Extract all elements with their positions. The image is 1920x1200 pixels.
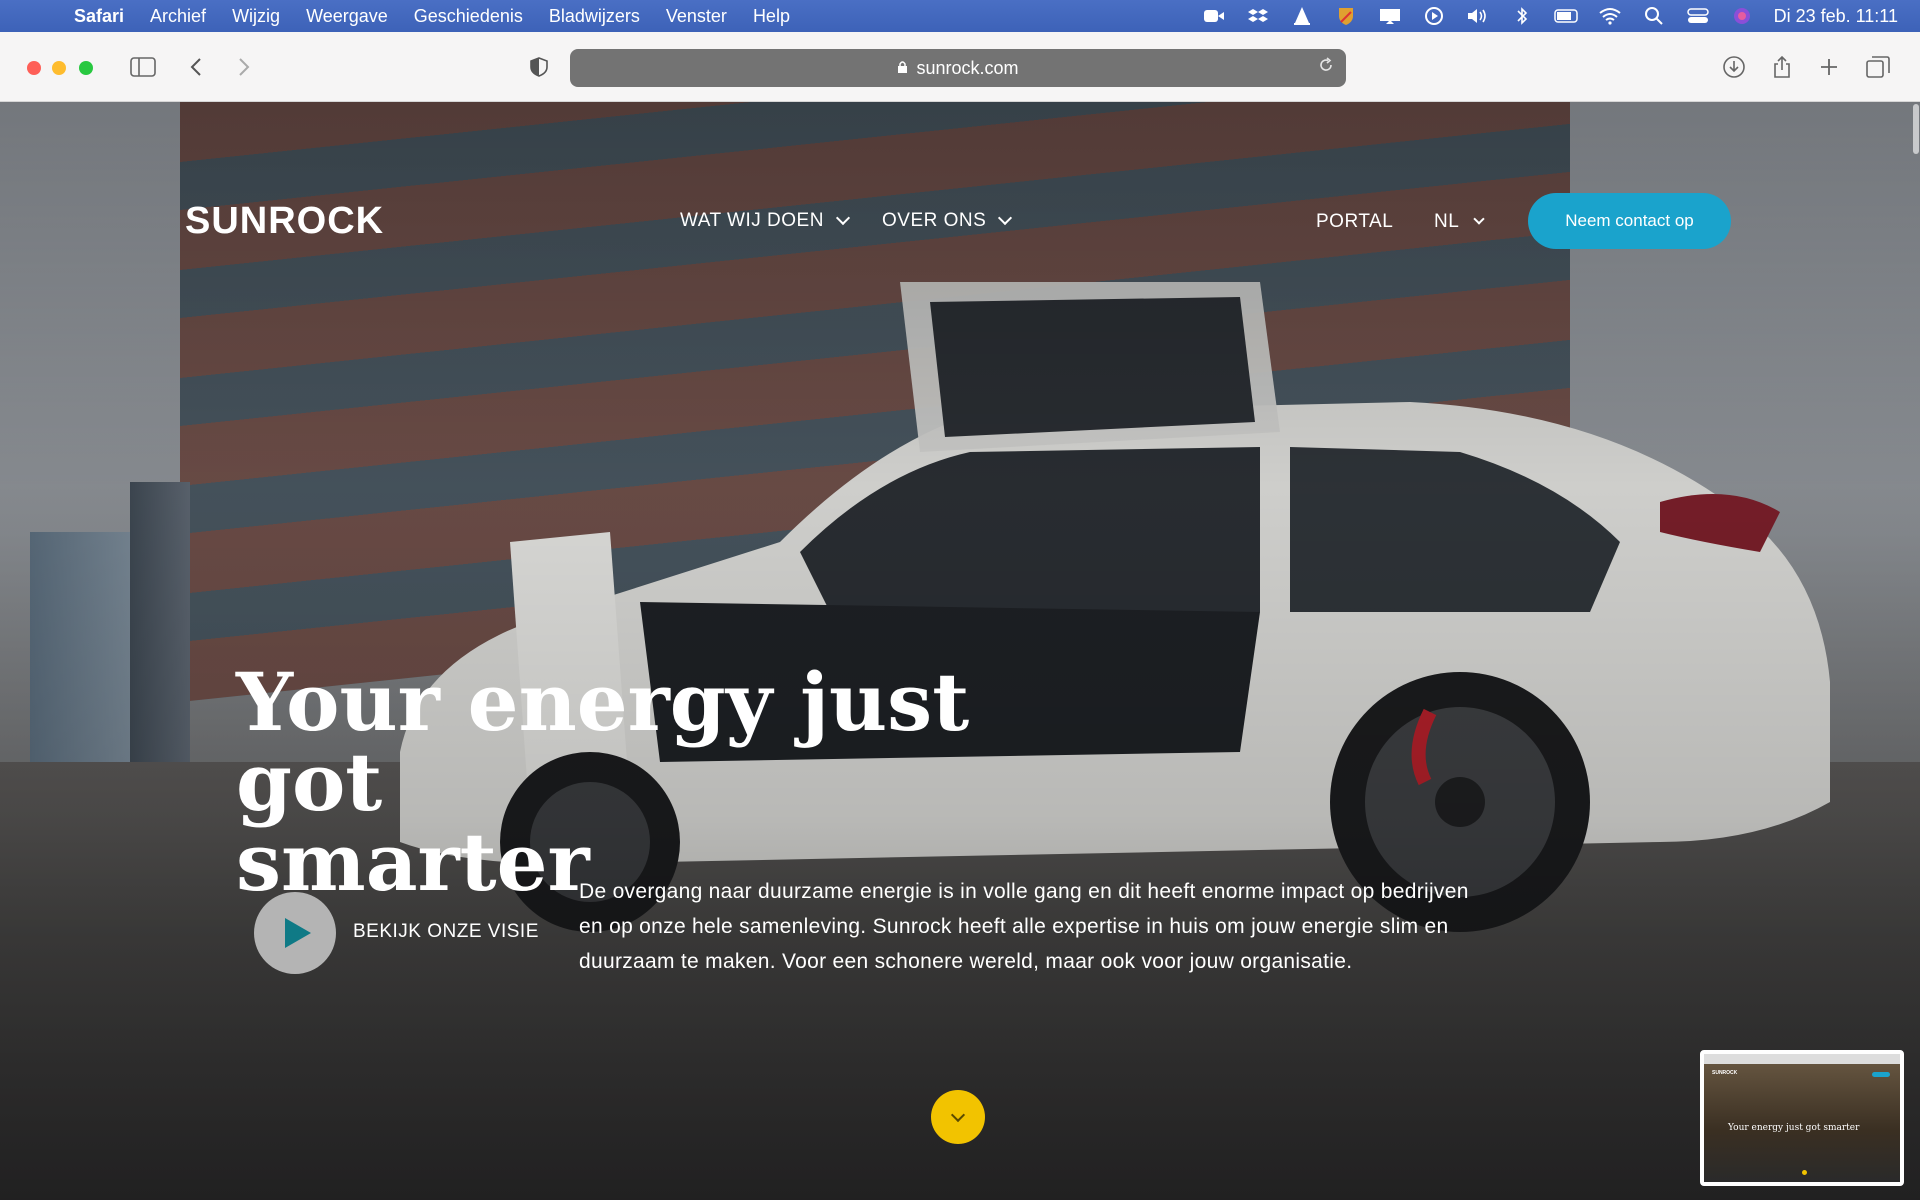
hero-overlay (0, 102, 1920, 1200)
sidebar-toggle-icon[interactable] (130, 52, 156, 82)
search-icon[interactable] (1642, 5, 1666, 27)
privacy-shield-icon[interactable] (528, 52, 550, 82)
menu-geschiedenis[interactable]: Geschiedenis (414, 6, 523, 27)
vlc-icon[interactable] (1290, 5, 1314, 27)
chevron-down-icon (950, 1107, 966, 1122)
hero-intro-text: De overgang naar duurzame energie is in … (579, 880, 1469, 973)
menu-bar: Safari Archief Wijzig Weergave Geschiede… (0, 0, 1920, 32)
address-bar[interactable]: sunrock.com (570, 49, 1346, 87)
control-center-icon[interactable] (1686, 5, 1710, 27)
status-area: Di 23 feb. 11:11 (1182, 0, 1898, 32)
zoom-icon[interactable] (1202, 5, 1226, 27)
menu-wijzig[interactable]: Wijzig (232, 6, 280, 27)
page-scrollbar[interactable] (1912, 102, 1920, 1200)
lock-icon (897, 60, 908, 77)
thumbnail-headline: Your energy just got smarter (1728, 1123, 1860, 1133)
hero-background (0, 102, 1920, 1200)
forward-icon[interactable] (234, 52, 254, 82)
tab-overview-icon[interactable] (1866, 52, 1890, 82)
bluetooth-icon[interactable] (1510, 5, 1534, 27)
url-text: sunrock.com (916, 57, 1019, 78)
back-icon[interactable] (186, 52, 206, 82)
menu-safari[interactable]: Safari (74, 6, 124, 27)
thumbnail-scroll-dot (1802, 1170, 1807, 1175)
nav-what-we-do[interactable]: WAT WIJ DOEN (680, 210, 850, 232)
menu-archief[interactable]: Archief (150, 6, 206, 27)
language-label: NL (1434, 211, 1460, 232)
contact-button[interactable]: Neem contact op (1528, 193, 1731, 249)
play-video-label[interactable]: BEKIJK ONZE VISIE (353, 921, 539, 943)
thumbnail-logo: SUNROCK (1712, 1070, 1738, 1076)
nav-portal[interactable]: PORTAL (1316, 211, 1393, 233)
scrollbar-thumb[interactable] (1913, 104, 1919, 154)
share-icon[interactable] (1771, 52, 1793, 82)
new-tab-icon[interactable] (1818, 52, 1840, 82)
close-window-button[interactable] (27, 61, 41, 75)
nav-portal-label: PORTAL (1316, 211, 1394, 232)
dropbox-icon[interactable] (1246, 5, 1270, 27)
downloads-icon[interactable] (1722, 52, 1746, 82)
hero-headline: Your energy just got smarter (236, 662, 1136, 902)
page-viewport: SUNROCK WAT WIJ DOEN OVER ONS PORTAL NL … (0, 102, 1920, 1200)
thumbnail-toolbar (1704, 1054, 1900, 1064)
sunrock-logo[interactable]: SUNROCK (185, 200, 384, 243)
play-video-button[interactable] (254, 892, 336, 974)
nav-about-label: OVER ONS (882, 210, 987, 231)
menu-venster[interactable]: Venster (666, 6, 727, 27)
thumbnail-contact-button (1872, 1072, 1890, 1077)
nav-about[interactable]: OVER ONS (882, 210, 1013, 232)
volume-icon[interactable] (1466, 5, 1490, 27)
reload-icon[interactable] (1318, 57, 1334, 78)
menu-weergave[interactable]: Weergave (306, 6, 388, 27)
minimize-window-button[interactable] (52, 61, 66, 75)
battery-icon[interactable] (1553, 5, 1578, 27)
browser-toolbar: sunrock.com (0, 32, 1920, 102)
siri-icon[interactable] (1730, 5, 1754, 27)
menubar-clock[interactable]: Di 23 feb. 11:11 (1774, 6, 1898, 27)
language-selector[interactable]: NL (1434, 211, 1485, 233)
chevron-down-icon (835, 210, 850, 226)
menu-help[interactable]: Help (753, 6, 790, 27)
screenshot-thumbnail[interactable]: SUNROCK Your energy just got smarter (1700, 1050, 1904, 1186)
scroll-down-button[interactable] (931, 1090, 985, 1144)
wifi-icon[interactable] (1598, 5, 1622, 27)
play-icon (285, 918, 311, 948)
chevron-down-icon (1473, 213, 1485, 225)
display-icon[interactable] (1378, 5, 1402, 27)
fullscreen-window-button[interactable] (79, 61, 93, 75)
menu-bladwijzers[interactable]: Bladwijzers (549, 6, 640, 27)
nav-what-we-do-label: WAT WIJ DOEN (680, 210, 824, 231)
play-icon[interactable] (1422, 5, 1446, 27)
hero-headline-line1: Your energy just got (236, 655, 970, 829)
chevron-down-icon (998, 210, 1013, 226)
security-icon[interactable] (1334, 5, 1358, 27)
